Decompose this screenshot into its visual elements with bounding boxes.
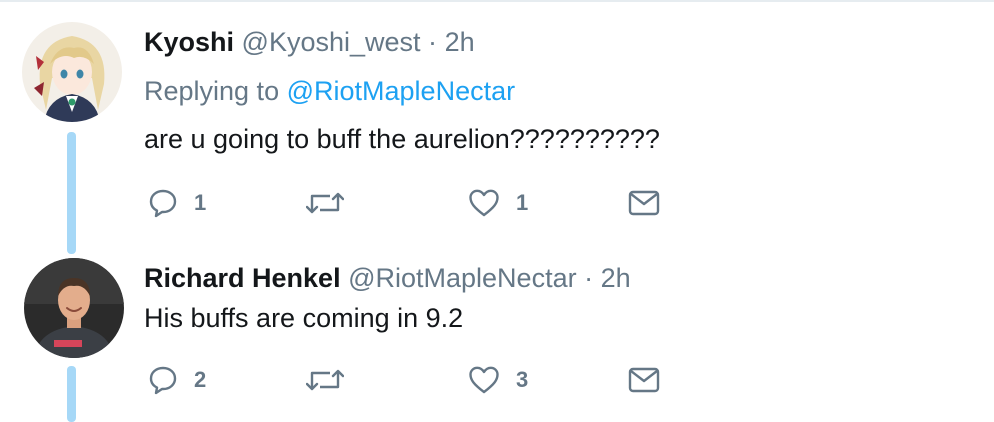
separator-dot: · — [428, 27, 438, 57]
tweet-timestamp[interactable]: 2h — [445, 27, 475, 57]
author-name[interactable]: Kyoshi — [144, 27, 234, 57]
avatar-richard-henkel[interactable] — [24, 258, 124, 358]
thread-connector-line — [67, 132, 76, 254]
replying-to-label: Replying to — [144, 76, 280, 106]
author-name[interactable]: Richard Henkel — [144, 263, 341, 293]
like-count: 1 — [516, 190, 529, 215]
separator-dot: · — [584, 263, 594, 293]
direct-message-button[interactable] — [628, 360, 660, 400]
tweet-timestamp[interactable]: 2h — [601, 263, 631, 293]
tweet-header: Richard Henkel @RiotMapleNectar · 2h — [144, 262, 631, 294]
replying-to-mention[interactable]: @RiotMapleNectar — [287, 76, 516, 106]
author-handle[interactable]: @Kyoshi_west — [242, 27, 421, 57]
tweet-actions: 2 3 — [144, 360, 704, 400]
like-button[interactable]: 1 — [468, 183, 528, 223]
envelope-icon — [628, 190, 660, 216]
author-handle[interactable]: @RiotMapleNectar — [348, 263, 577, 293]
tweet-actions: 1 1 — [144, 183, 704, 223]
like-count: 3 — [516, 367, 529, 392]
top-divider — [0, 0, 994, 2]
heart-icon — [469, 189, 499, 217]
reply-button[interactable]: 2 — [148, 360, 206, 400]
retweet-button[interactable] — [306, 183, 360, 223]
like-button[interactable]: 3 — [468, 360, 528, 400]
retweet-arrows-icon — [306, 192, 344, 214]
reply-count: 2 — [194, 367, 207, 392]
avatar-kyoshi[interactable] — [22, 22, 122, 122]
reply-button[interactable]: 1 — [148, 183, 206, 223]
envelope-icon — [628, 367, 660, 393]
speech-bubble-icon — [149, 189, 177, 218]
speech-bubble-icon — [149, 366, 177, 395]
heart-icon — [469, 366, 499, 394]
direct-message-button[interactable] — [628, 183, 660, 223]
retweet-button[interactable] — [306, 360, 360, 400]
tweet-text: are u going to buff the aurelion????????… — [144, 124, 660, 154]
retweet-arrows-icon — [306, 369, 344, 391]
tweet-header: Kyoshi @Kyoshi_west · 2h — [144, 26, 475, 58]
tweet-text: His buffs are coming in 9.2 — [144, 303, 464, 333]
thread-connector-line — [67, 366, 76, 422]
replying-to-line: Replying to @RiotMapleNectar — [144, 75, 515, 107]
reply-count: 1 — [194, 190, 207, 215]
